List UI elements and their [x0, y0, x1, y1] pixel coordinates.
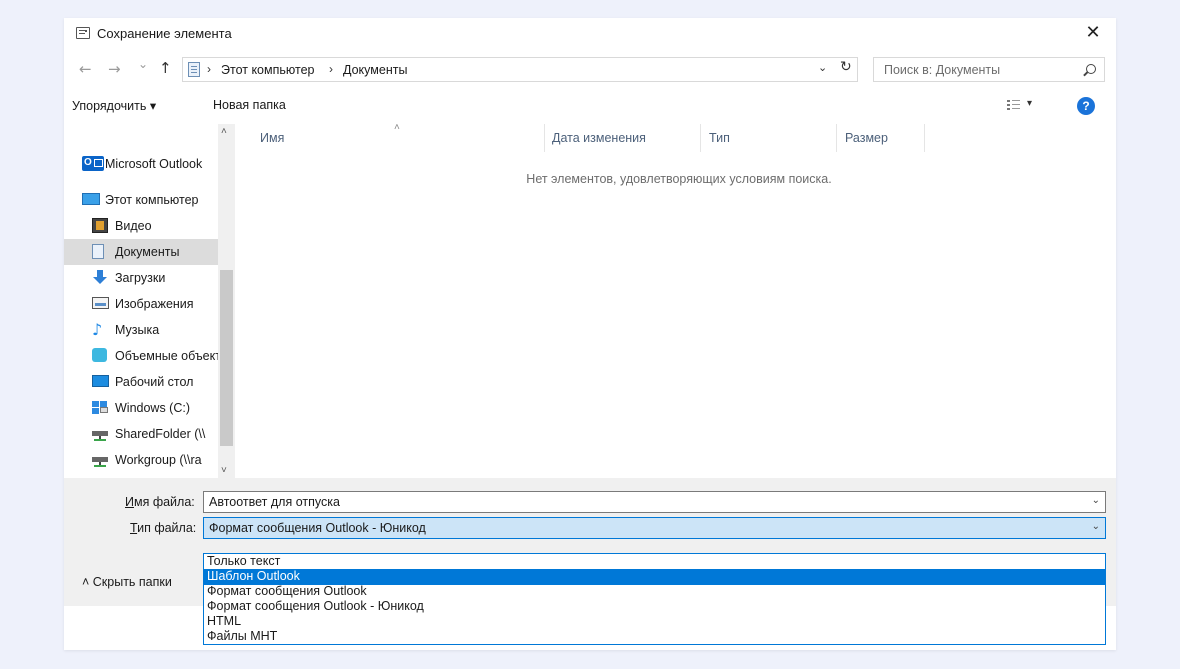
- forward-arrow-icon[interactable]: →: [108, 60, 121, 78]
- window-title: Сохранение элемента: [97, 26, 232, 41]
- filetype-option[interactable]: Файлы MHT: [204, 629, 1105, 645]
- back-arrow-icon[interactable]: ←: [79, 60, 92, 78]
- title-bar: Сохранение элемента ✕: [64, 18, 1116, 50]
- sidebar-item-music[interactable]: ♪ Музыка: [64, 317, 218, 343]
- images-icon: [92, 297, 109, 309]
- filename-value: Автоответ для отпуска: [209, 495, 340, 509]
- sidebar-item-label: Microsoft Outlook: [105, 157, 203, 171]
- column-divider[interactable]: [544, 124, 545, 152]
- scrollbar-thumb[interactable]: [220, 270, 233, 446]
- column-divider[interactable]: [700, 124, 701, 152]
- filetype-option[interactable]: Формат сообщения Outlook: [204, 584, 1105, 600]
- filetype-select[interactable]: Формат сообщения Outlook - Юникод ⌄: [203, 517, 1106, 539]
- downloads-icon: [92, 270, 108, 285]
- column-header-type[interactable]: Тип: [709, 131, 730, 145]
- filetype-value: Формат сообщения Outlook - Юникод: [209, 521, 426, 535]
- navigation-pane: O Microsoft Outlook Этот компьютер Видео…: [64, 124, 242, 478]
- file-list: ˄ Имя Дата изменения Тип Размер Нет элем…: [242, 122, 1116, 478]
- sidebar-item-label: Музыка: [115, 323, 160, 337]
- search-icon: [1086, 64, 1096, 74]
- chevron-down-icon[interactable]: ⌄: [1092, 521, 1100, 532]
- sidebar-item-label: Объемные объекты: [115, 349, 230, 363]
- breadcrumb-separator-icon: ›: [207, 62, 211, 76]
- empty-folder-message: Нет элементов, удовлетворяющих условиям …: [526, 172, 832, 186]
- column-header-name[interactable]: Имя: [260, 131, 284, 145]
- sidebar-item-video[interactable]: Видео: [64, 213, 218, 239]
- filetype-label: Тип файла:: [130, 521, 197, 535]
- window-icon: [76, 27, 90, 39]
- filetype-option[interactable]: Только текст: [204, 554, 1105, 570]
- up-arrow-icon[interactable]: ↑: [159, 59, 172, 77]
- sidebar-item-this-pc[interactable]: Этот компьютер: [64, 187, 218, 213]
- sort-ascending-icon: ˄: [394, 122, 400, 133]
- sidebar-item-label: Windows (C:): [115, 401, 191, 415]
- filetype-option[interactable]: Формат сообщения Outlook - Юникод: [204, 599, 1105, 615]
- scroll-up-icon[interactable]: ˄: [221, 126, 227, 137]
- navigation-bar: ← → ⌄ ↑ › Этот компьютер › Документы ⌄ ↻…: [64, 54, 1116, 86]
- sidebar-item-images[interactable]: Изображения: [64, 291, 218, 317]
- sidebar-item-label: Изображения: [115, 297, 194, 311]
- column-header-size[interactable]: Размер: [845, 131, 888, 145]
- recent-locations-chevron-icon[interactable]: ⌄: [138, 57, 148, 71]
- documents-icon: [188, 62, 200, 77]
- search-input[interactable]: Поиск в: Документы: [873, 57, 1105, 82]
- column-divider[interactable]: [836, 124, 837, 152]
- column-header-date[interactable]: Дата изменения: [552, 131, 646, 145]
- filetype-option[interactable]: Шаблон Outlook: [204, 569, 1105, 585]
- refresh-icon[interactable]: ↻: [840, 59, 852, 75]
- outlook-icon: O: [82, 156, 104, 171]
- sidebar-item-outlook[interactable]: O Microsoft Outlook: [64, 151, 218, 177]
- sidebar-item-shared-folder[interactable]: SharedFolder (\\: [64, 421, 218, 447]
- filename-label: Имя файла:: [125, 495, 195, 509]
- music-icon: ♪: [92, 320, 103, 339]
- view-dropdown-chevron-icon[interactable]: ▾: [1027, 98, 1032, 109]
- breadcrumb-separator-icon: ›: [329, 62, 333, 76]
- save-dialog: Сохранение элемента ✕ ← → ⌄ ↑ › Этот ком…: [64, 18, 1116, 650]
- sidebar-item-label: Загрузки: [115, 271, 166, 285]
- 3d-objects-icon: [92, 348, 107, 362]
- close-button[interactable]: ✕: [1070, 18, 1116, 50]
- desktop-icon: [92, 375, 109, 387]
- help-icon[interactable]: ?: [1077, 97, 1095, 115]
- drive-icon: [92, 400, 108, 415]
- sidebar-item-label: Workgroup (\\ra: [115, 453, 202, 467]
- breadcrumb-this-pc[interactable]: Этот компьютер: [221, 63, 314, 77]
- documents-icon: [92, 244, 104, 259]
- sidebar-item-documents[interactable]: Документы: [64, 239, 218, 265]
- column-divider[interactable]: [924, 124, 925, 152]
- video-icon: [92, 218, 108, 233]
- organize-button[interactable]: Упорядочить ▾: [72, 98, 156, 113]
- sidebar-item-3d-objects[interactable]: Объемные объекты: [64, 343, 230, 369]
- scroll-down-icon[interactable]: ˅: [221, 465, 227, 476]
- sidebar-item-downloads[interactable]: Загрузки: [64, 265, 218, 291]
- breadcrumb-documents[interactable]: Документы: [343, 63, 407, 77]
- filetype-dropdown-list: Только текст Шаблон Outlook Формат сообщ…: [203, 553, 1106, 645]
- sidebar-item-desktop[interactable]: Рабочий стол: [64, 369, 218, 395]
- sidebar-item-label: Документы: [115, 245, 180, 259]
- computer-icon: [82, 193, 100, 205]
- new-folder-button[interactable]: Новая папка: [213, 98, 286, 112]
- filetype-option[interactable]: HTML: [204, 614, 1105, 630]
- sidebar-item-label: Этот компьютер: [105, 193, 199, 207]
- sidebar-item-windows-c[interactable]: Windows (C:): [64, 395, 218, 421]
- filename-input[interactable]: Автоответ для отпуска ⌄: [203, 491, 1106, 513]
- navigation-scrollbar[interactable]: ˄ ˅: [218, 124, 235, 478]
- address-bar[interactable]: › Этот компьютер › Документы: [182, 57, 858, 82]
- sidebar-item-label: Видео: [115, 219, 152, 233]
- view-options-icon[interactable]: [1007, 99, 1021, 111]
- sidebar-item-label: SharedFolder (\\: [115, 427, 206, 441]
- network-drive-icon: [92, 452, 108, 467]
- hide-folders-button[interactable]: ˄ Скрыть папки: [82, 575, 172, 589]
- address-dropdown-chevron-icon[interactable]: ⌄: [818, 61, 827, 74]
- network-drive-icon: [92, 426, 108, 441]
- search-placeholder: Поиск в: Документы: [884, 63, 1001, 77]
- chevron-down-icon[interactable]: ⌄: [1092, 495, 1100, 506]
- sidebar-item-workgroup[interactable]: Workgroup (\\ra: [64, 447, 218, 473]
- sidebar-item-label: Рабочий стол: [115, 375, 194, 389]
- command-toolbar: Упорядочить ▾ Новая папка ▾ ?: [64, 90, 1116, 122]
